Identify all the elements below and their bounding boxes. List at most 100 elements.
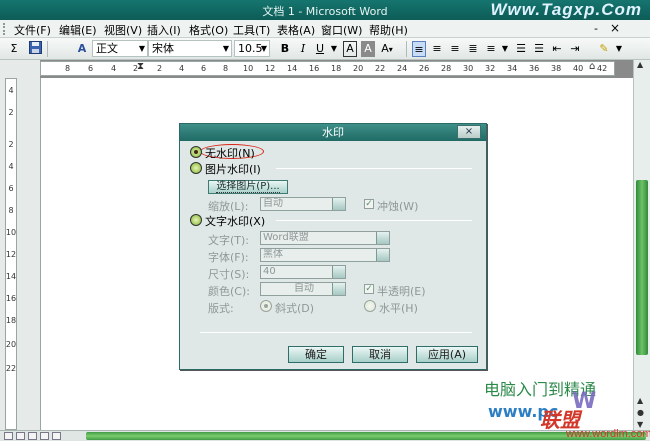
save-icon[interactable] [28, 41, 42, 57]
watermark-url: www.wordlm.com [566, 428, 650, 440]
outline-view-icon[interactable] [40, 432, 49, 440]
text-watermark-label[interactable]: 文字水印(X) [205, 213, 265, 229]
size-select[interactable]: 40 [260, 265, 346, 279]
reading-view-icon[interactable] [52, 432, 61, 440]
underline-button[interactable]: U [313, 41, 327, 57]
ruler-tick: 34 [507, 64, 518, 73]
ruler-tick: 16 [309, 64, 320, 73]
browse-object-icon[interactable]: ● [637, 408, 644, 417]
washout-checkbox[interactable]: ✓ [364, 199, 374, 209]
indent-marker-icon[interactable]: ⌂ [589, 61, 595, 72]
color-select[interactable]: 自动 [260, 282, 346, 296]
horizontal-scroll-thumb[interactable] [86, 432, 646, 440]
picture-watermark-radio[interactable] [190, 162, 202, 174]
dialog-close-button[interactable]: × [457, 125, 481, 139]
ruler-corner [0, 60, 40, 78]
picture-watermark-label[interactable]: 图片水印(I) [205, 161, 261, 177]
print-view-icon[interactable] [28, 432, 37, 440]
chevron-down-icon[interactable]: ▼ [329, 41, 339, 57]
font-select[interactable]: 黑体 [260, 248, 390, 262]
color-label: 颜色(C): [208, 285, 250, 298]
chevron-down-icon: ▼ [260, 44, 267, 53]
toolbar-separator [406, 41, 407, 57]
menu-help[interactable]: 帮助(H) [369, 22, 408, 38]
font-effect-icon[interactable]: A▾ [379, 41, 395, 57]
menu-file[interactable]: 文件(F) [14, 22, 51, 38]
menu-view[interactable]: 视图(V) [104, 22, 142, 38]
ruler-tick: 8 [65, 64, 71, 73]
web-view-icon[interactable] [16, 432, 25, 440]
align-right-icon[interactable]: ≡ [448, 41, 462, 57]
indent-marker-icon[interactable]: ⧗ [137, 61, 144, 72]
ruler-tick: 12 [5, 250, 17, 259]
menu-insert[interactable]: 插入(I) [147, 22, 181, 38]
semitransparent-label: 半透明(E) [377, 285, 426, 298]
numbering-icon[interactable]: ☰ [514, 41, 528, 57]
char-shading-button[interactable]: A [361, 41, 375, 57]
style-combo[interactable]: 正文 ▼ [92, 40, 148, 57]
horizontal-ruler[interactable]: 8 6 4 2 ⧗ 2 4 6 8 10 12 14 16 18 20 22 2… [40, 61, 615, 76]
scrollbar-thumb[interactable] [636, 180, 648, 355]
styles-icon[interactable]: A [75, 41, 89, 57]
menu-edit[interactable]: 编辑(E) [59, 22, 97, 38]
font-combo[interactable]: 宋体 ▼ [148, 40, 232, 57]
ruler-tick: 38 [551, 64, 562, 73]
chevron-down-icon[interactable]: ▼ [500, 41, 510, 57]
italic-button[interactable]: I [296, 41, 310, 57]
no-watermark-radio[interactable] [190, 146, 202, 158]
chevron-down-icon [332, 283, 345, 295]
horizontal-radio[interactable] [364, 300, 376, 312]
ruler-tick: 24 [397, 64, 408, 73]
menu-table[interactable]: 表格(A) [277, 22, 315, 38]
highlight-icon[interactable]: ✎ [596, 41, 612, 57]
char-border-button[interactable]: A [343, 41, 357, 57]
sigma-icon[interactable]: Σ [8, 41, 20, 57]
bold-button[interactable]: B [278, 41, 292, 57]
menu-tools[interactable]: 工具(T) [233, 22, 270, 38]
ruler-tick: 8 [223, 64, 229, 73]
vertical-scrollbar[interactable]: ▲ ▲ ● ▼ [633, 60, 650, 432]
text-label: 文字(T): [208, 234, 250, 247]
formatting-toolbar: Σ A 正文 ▼ 宋体 ▼ 10.5 ▼ B I U ▼ A A A▾ ≡ ≡ … [0, 38, 650, 60]
text-select[interactable]: Word联盟 [260, 231, 390, 245]
color-value: 自动 [294, 283, 314, 294]
semitransparent-checkbox[interactable]: ✓ [364, 284, 374, 294]
text-watermark-radio[interactable] [190, 214, 202, 226]
ruler-tick: 6 [8, 184, 14, 193]
increase-indent-icon[interactable]: ⇥ [568, 41, 582, 57]
no-watermark-label[interactable]: 无水印(N) [205, 145, 255, 161]
ruler-tick: 20 [5, 340, 17, 349]
chevron-down-icon[interactable]: ▼ [614, 41, 624, 57]
prev-page-icon[interactable]: ▲ [637, 396, 643, 405]
toolbar-separator [47, 41, 48, 57]
minimize-button[interactable]: - [594, 22, 598, 35]
title-bar: 文档 1 - Microsoft Word Www.Tagxp.Com [0, 0, 650, 20]
decrease-indent-icon[interactable]: ⇤ [550, 41, 564, 57]
ok-button[interactable]: 确定 [288, 346, 344, 363]
select-picture-button[interactable]: 选择图片(P)... [208, 180, 288, 194]
diagonal-radio[interactable] [260, 300, 272, 312]
menu-format[interactable]: 格式(O) [189, 22, 228, 38]
section-divider [276, 168, 472, 169]
diagonal-label: 斜式(D) [275, 302, 315, 315]
align-left-icon[interactable]: ≡ [412, 41, 426, 57]
scroll-up-icon[interactable]: ▲ [637, 60, 643, 69]
ruler-tick: 4 [8, 162, 14, 171]
justify-icon[interactable]: ≣ [466, 41, 480, 57]
align-center-icon[interactable]: ≡ [430, 41, 444, 57]
vertical-ruler[interactable]: 4 2 2 4 6 8 10 12 14 16 18 20 22 [0, 78, 40, 430]
font-size-combo[interactable]: 10.5 ▼ [234, 40, 270, 57]
menu-window[interactable]: 窗口(W) [321, 22, 362, 38]
bullets-icon[interactable]: ☰ [532, 41, 546, 57]
style-value: 正文 [96, 42, 118, 55]
ruler-tick: 26 [419, 64, 430, 73]
cancel-button[interactable]: 取消 [352, 346, 408, 363]
scale-select[interactable]: 自动 [260, 197, 346, 211]
close-document-button[interactable]: × [610, 21, 620, 35]
ruler-tick: 22 [5, 364, 17, 373]
normal-view-icon[interactable] [4, 432, 13, 440]
ruler-tick: 30 [463, 64, 474, 73]
ruler-tick: 36 [529, 64, 540, 73]
apply-button[interactable]: 应用(A) [416, 346, 478, 363]
distribute-icon[interactable]: ≡ [484, 41, 498, 57]
